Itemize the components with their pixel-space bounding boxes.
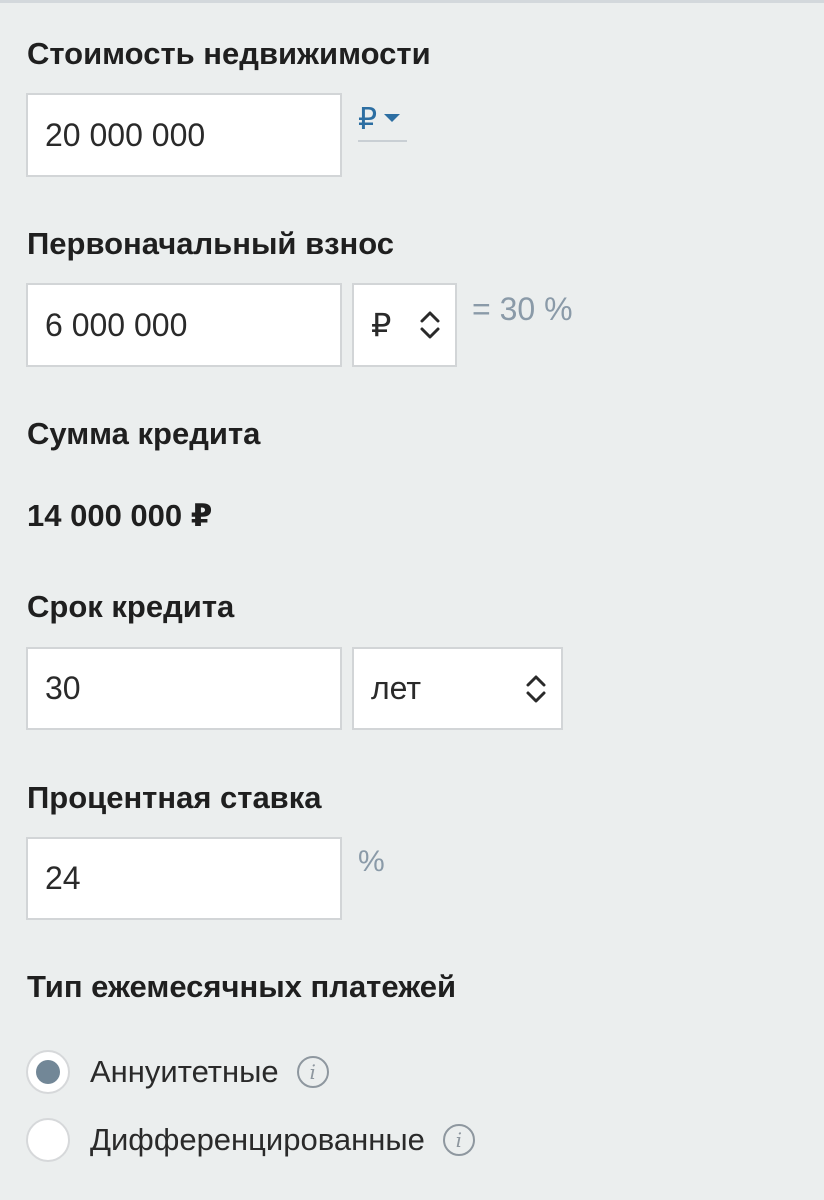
loan-amount-value: 14 000 000 ₽ <box>27 498 213 533</box>
property-cost-value: 20 000 000 <box>45 116 206 153</box>
info-icon[interactable]: i <box>296 1056 329 1088</box>
info-icon[interactable]: i <box>442 1124 475 1156</box>
property-cost-input[interactable]: 20 000 000 <box>26 93 342 177</box>
down-payment-percent: = 30 % <box>472 291 573 327</box>
down-payment-value: 6 000 000 <box>45 306 188 343</box>
loan-term-value: 30 <box>45 670 81 706</box>
property-cost-label: Стоимость недвижимости <box>27 36 431 71</box>
loan-term-input[interactable]: 30 <box>26 647 342 730</box>
payment-option-annuity-label: Аннуитетные <box>90 1054 279 1089</box>
radio-selected-dot <box>36 1060 60 1084</box>
down-payment-label: Первоначальный взнос <box>27 226 395 261</box>
radio-differentiated[interactable] <box>26 1118 70 1162</box>
loan-amount-label: Сумма кредита <box>27 416 261 451</box>
currency-dropdown[interactable]: ₽ <box>358 96 407 142</box>
payment-type-label: Тип ежемесячных платежей <box>27 969 457 1004</box>
payment-option-differentiated-label: Дифференцированные <box>90 1122 425 1157</box>
chevron-up-down-icon <box>420 311 440 339</box>
down-payment-unit-select[interactable]: ₽ <box>352 283 457 367</box>
payment-option-annuity[interactable]: Аннуитетные i <box>26 1050 329 1094</box>
loan-term-unit: лет <box>371 670 422 706</box>
top-divider <box>0 0 824 3</box>
radio-annuity[interactable] <box>26 1050 70 1094</box>
down-payment-input[interactable]: 6 000 000 <box>26 283 342 367</box>
interest-rate-unit: % <box>358 845 385 878</box>
currency-symbol: ₽ <box>358 103 378 136</box>
interest-rate-input[interactable]: 24 <box>26 837 342 920</box>
interest-rate-label: Процентная ставка <box>27 780 322 815</box>
payment-option-differentiated[interactable]: Дифференцированные i <box>26 1118 475 1162</box>
chevron-up-down-icon <box>526 675 546 702</box>
interest-rate-value: 24 <box>45 860 81 896</box>
triangle-down-icon <box>384 114 401 122</box>
down-payment-unit: ₽ <box>371 307 392 343</box>
loan-term-unit-select[interactable]: лет <box>352 647 563 730</box>
loan-term-label: Срок кредита <box>27 589 235 624</box>
